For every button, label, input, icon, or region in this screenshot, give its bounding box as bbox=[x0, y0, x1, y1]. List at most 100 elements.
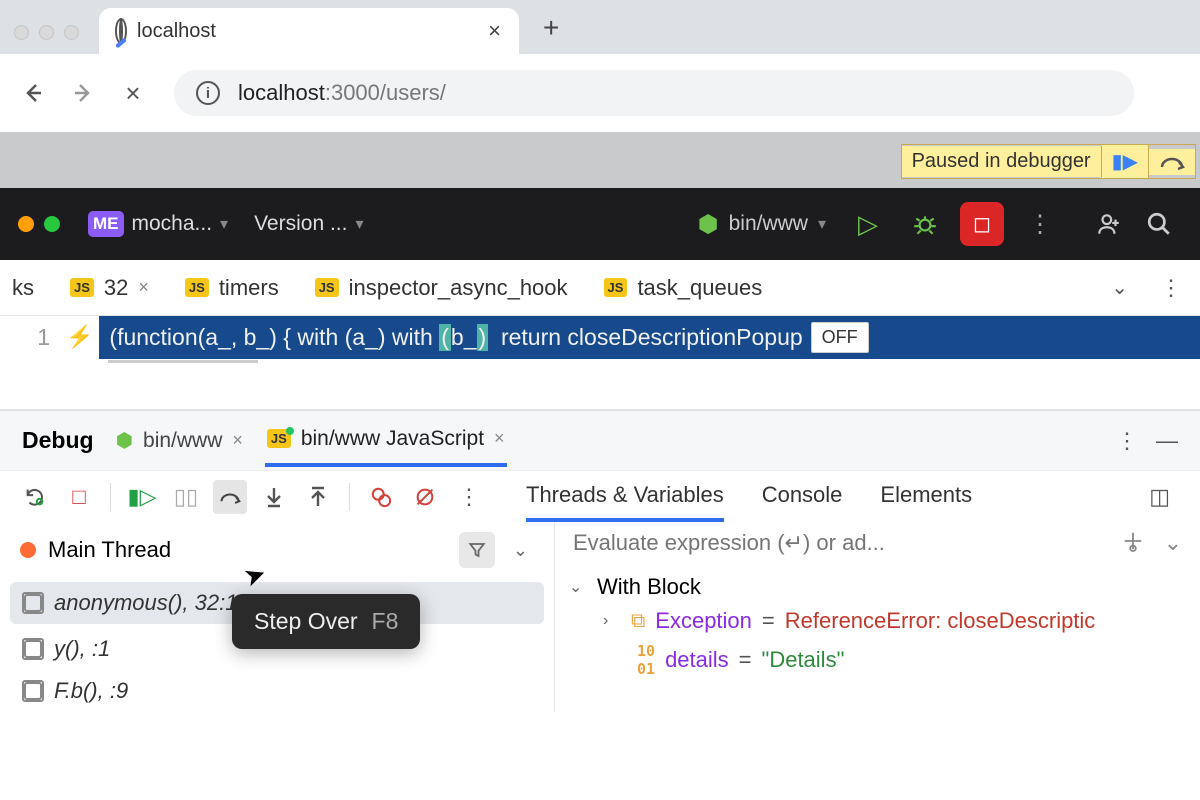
tabs-overflow-icon[interactable]: ⌄ bbox=[1097, 275, 1142, 300]
tab-close-icon[interactable]: × bbox=[488, 18, 501, 44]
ide-window-dots bbox=[8, 216, 70, 232]
tabs-more-icon[interactable]: ⋮ bbox=[1142, 275, 1200, 301]
variables-tree: ⌄ With Block › ⧉ Exception = ReferenceEr… bbox=[555, 564, 1200, 688]
editor-tabs: ks JS 32 × JS timers JS inspector_async_… bbox=[0, 260, 1200, 316]
new-tab-button[interactable]: + bbox=[525, 12, 577, 54]
tab-threads-variables[interactable]: Threads & Variables bbox=[526, 472, 724, 522]
forward-button[interactable] bbox=[68, 78, 98, 108]
scope-node[interactable]: ⌄ With Block bbox=[569, 570, 1186, 604]
variable-details[interactable]: 1001 details = "Details" bbox=[569, 638, 1186, 682]
tab-console[interactable]: Console bbox=[762, 472, 843, 522]
tab-title: localhost bbox=[137, 20, 216, 43]
ide-max-dot[interactable] bbox=[44, 216, 60, 232]
chevron-down-icon: ▾ bbox=[818, 214, 826, 234]
browser-chrome: localhost × + × i localhost:3000/users/ bbox=[0, 0, 1200, 132]
js-icon: JS bbox=[315, 278, 339, 297]
mute-breakpoints-button[interactable] bbox=[408, 480, 442, 514]
close-icon[interactable]: × bbox=[232, 430, 243, 451]
debug-toolbar: □ ▮▷ ▯▯ ⋮ Threads & Variables Console El… bbox=[0, 470, 1200, 522]
binary-icon: 1001 bbox=[637, 642, 655, 678]
step-over-tooltip: Step Over F8 bbox=[232, 594, 420, 649]
tooltip-shortcut: F8 bbox=[372, 608, 399, 635]
browser-tab[interactable]: localhost × bbox=[99, 8, 519, 54]
url-path: :3000/users/ bbox=[325, 80, 446, 105]
traffic-lights bbox=[8, 25, 93, 54]
chevron-right-icon: › bbox=[603, 612, 621, 630]
layout-settings-icon[interactable]: ◫ bbox=[1137, 484, 1182, 510]
vcs-selector[interactable]: Version ... ▾ bbox=[246, 212, 371, 236]
filter-icon[interactable] bbox=[459, 532, 495, 568]
search-icon[interactable] bbox=[1146, 211, 1172, 237]
add-watch-icon[interactable] bbox=[1122, 530, 1144, 556]
site-info-icon[interactable]: i bbox=[196, 81, 220, 105]
tab-modified-indicator bbox=[108, 360, 258, 363]
globe-icon bbox=[119, 20, 123, 43]
resume-button[interactable]: ▮▷ bbox=[125, 480, 159, 514]
variables-panel: ⌄ ⌄ With Block › ⧉ Exception = Reference… bbox=[555, 522, 1200, 712]
window-min-dot[interactable] bbox=[39, 25, 54, 40]
debug-toolbar-more-icon[interactable]: ⋮ bbox=[452, 480, 486, 514]
chevron-down-icon[interactable]: ⌄ bbox=[507, 540, 534, 561]
debug-body: Main Thread ⌄ anonymous(), 32:1 y(), :1 … bbox=[0, 522, 1200, 712]
debug-session-tab-1[interactable]: ⬢ bin/www × bbox=[114, 416, 245, 465]
inlay-off-chip[interactable]: OFF bbox=[811, 322, 869, 353]
window-close-dot[interactable] bbox=[14, 25, 29, 40]
debug-sub-tabs: Threads & Variables Console Elements bbox=[526, 472, 972, 522]
tab-elements[interactable]: Elements bbox=[880, 472, 972, 522]
js-icon: JS bbox=[70, 278, 94, 297]
code-editor[interactable]: 1 ⚡ (function(a_, b_) { with (a_) with (… bbox=[0, 316, 1200, 410]
code-with-me-icon[interactable] bbox=[1096, 211, 1122, 237]
editor-tab-32[interactable]: JS 32 × bbox=[52, 275, 167, 301]
close-icon[interactable]: × bbox=[138, 277, 149, 298]
debug-more-icon[interactable]: ⋮ bbox=[1116, 428, 1138, 454]
debug-session-tab-2[interactable]: JS bin/www JavaScript × bbox=[265, 415, 507, 467]
stop-button[interactable]: ◻ bbox=[960, 202, 1004, 246]
view-breakpoints-button[interactable] bbox=[364, 480, 398, 514]
step-over-button[interactable] bbox=[213, 480, 247, 514]
url-host: localhost bbox=[238, 80, 325, 105]
variable-exception[interactable]: › ⧉ Exception = ReferenceError: closeDes… bbox=[569, 604, 1186, 638]
debug-panel-header: Debug ⬢ bin/www × JS bin/www JavaScript … bbox=[0, 410, 1200, 470]
page-content-stripe: Paused in debugger ▮▶ bbox=[0, 132, 1200, 188]
thread-label: Main Thread bbox=[48, 537, 171, 563]
rerun-button[interactable] bbox=[18, 480, 52, 514]
evaluate-expression-input[interactable] bbox=[573, 530, 1110, 556]
editor-tab-truncated[interactable]: ks bbox=[0, 275, 52, 301]
more-run-icon[interactable]: ⋮ bbox=[1014, 210, 1066, 239]
editor-tab-task-queues[interactable]: JS task_queues bbox=[586, 275, 781, 301]
banner-stepover-button[interactable] bbox=[1149, 149, 1195, 175]
close-icon[interactable]: × bbox=[494, 428, 505, 449]
nodejs-icon: ⬢ bbox=[698, 210, 719, 239]
nodejs-icon: ⬢ bbox=[116, 428, 133, 453]
js-icon: JS bbox=[604, 278, 628, 297]
stop-reload-button[interactable]: × bbox=[118, 78, 148, 108]
code-line[interactable]: (function(a_, b_) { with (a_) with (b_) … bbox=[99, 316, 1200, 359]
editor-tab-inspector[interactable]: JS inspector_async_hook bbox=[297, 275, 586, 301]
run-button[interactable]: ▷ bbox=[846, 209, 890, 240]
exception-icon: ⧉ bbox=[631, 610, 645, 633]
project-badge: ME bbox=[88, 211, 124, 237]
breakpoint-icon[interactable]: ⚡ bbox=[60, 316, 99, 359]
thread-selector[interactable]: Main Thread ⌄ bbox=[0, 522, 554, 578]
debug-minimize-icon[interactable]: — bbox=[1156, 428, 1178, 454]
stop-debug-button[interactable]: □ bbox=[62, 480, 96, 514]
run-config-selector[interactable]: ⬢ bin/www ▾ bbox=[688, 210, 836, 239]
step-out-button[interactable] bbox=[301, 480, 335, 514]
window-max-dot[interactable] bbox=[64, 25, 79, 40]
vcs-label: Version ... bbox=[254, 212, 347, 236]
banner-resume-button[interactable]: ▮▶ bbox=[1102, 145, 1149, 178]
ide-min-dot[interactable] bbox=[18, 216, 34, 232]
editor-tab-timers[interactable]: JS timers bbox=[167, 275, 297, 301]
url-field[interactable]: i localhost:3000/users/ bbox=[174, 70, 1134, 116]
pause-button[interactable]: ▯▯ bbox=[169, 480, 203, 514]
js-icon: JS bbox=[267, 429, 291, 448]
chevron-down-icon[interactable]: ⌄ bbox=[1164, 530, 1182, 556]
tab-strip: localhost × + bbox=[0, 0, 1200, 54]
project-selector[interactable]: ME mocha... ▾ bbox=[80, 211, 236, 237]
debug-button[interactable] bbox=[900, 211, 950, 237]
frame-item[interactable]: F.b(), :9 bbox=[0, 670, 554, 712]
evaluate-expression-row: ⌄ bbox=[555, 522, 1200, 564]
debugger-banner: Paused in debugger ▮▶ bbox=[901, 144, 1196, 179]
step-into-button[interactable] bbox=[257, 480, 291, 514]
back-button[interactable] bbox=[18, 78, 48, 108]
